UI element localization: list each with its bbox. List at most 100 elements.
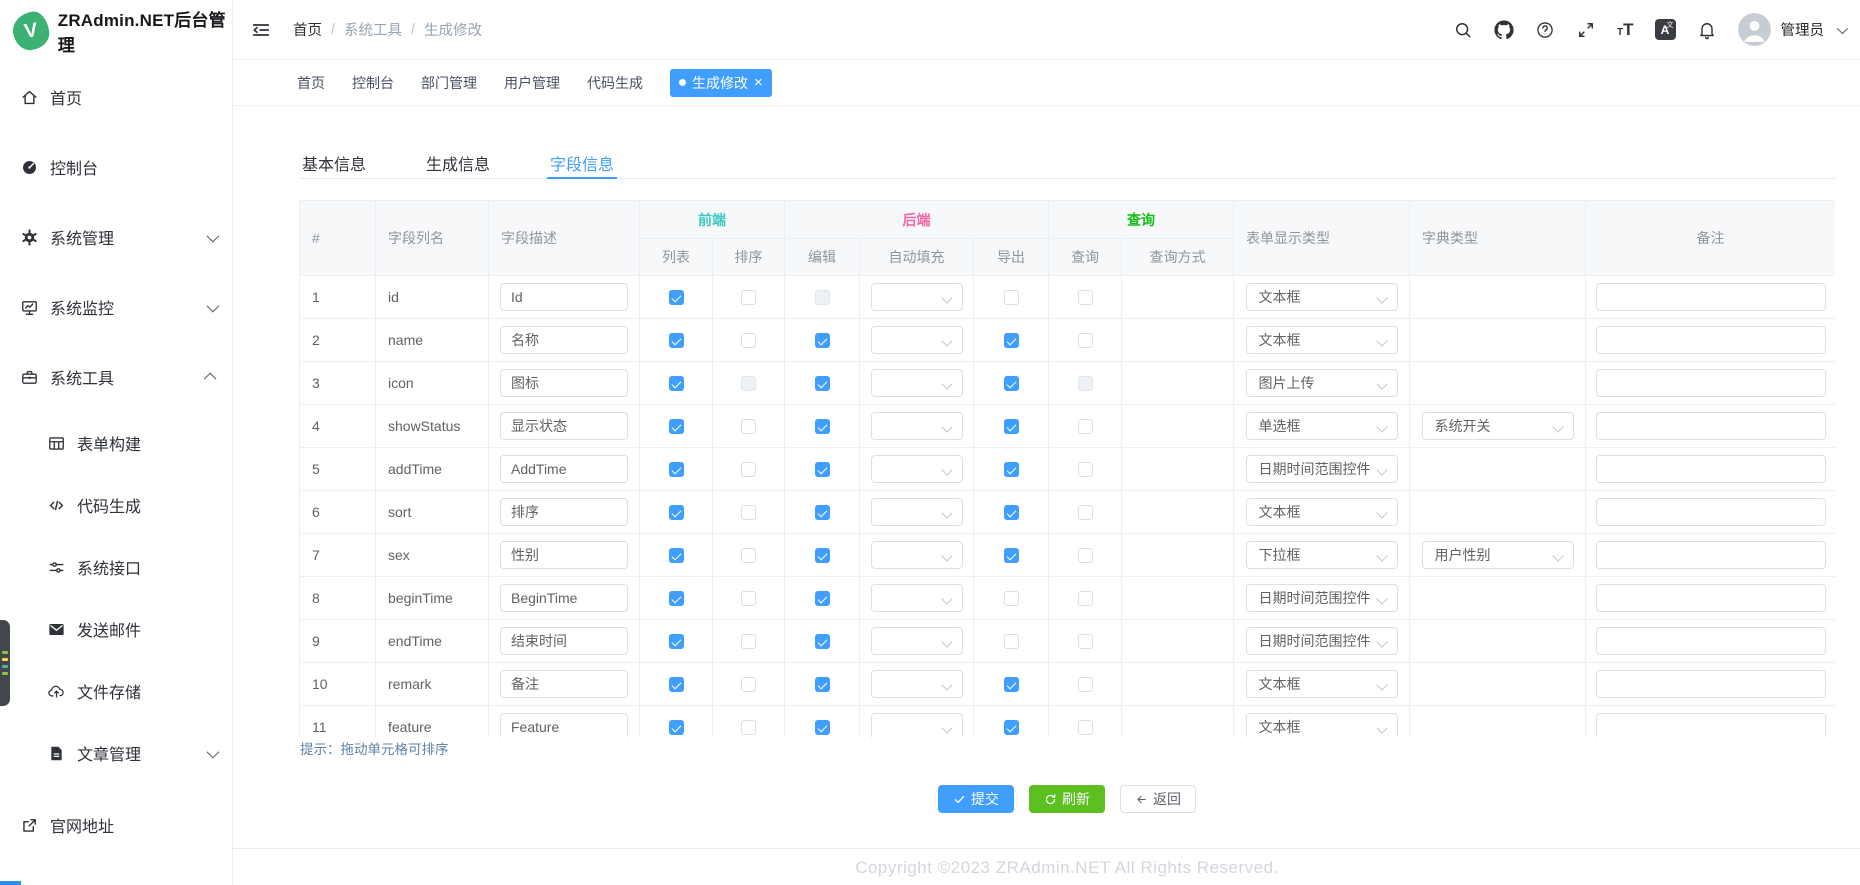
query-checkbox-unchecked[interactable] — [1078, 677, 1093, 692]
remark-input[interactable] — [1596, 326, 1826, 354]
field-desc-input[interactable] — [500, 326, 628, 354]
list-checkbox-checked[interactable] — [669, 548, 684, 563]
export-checkbox-checked[interactable] — [1004, 376, 1019, 391]
list-checkbox-checked[interactable] — [669, 333, 684, 348]
export-checkbox-checked[interactable] — [1004, 462, 1019, 477]
sidebar-item-0[interactable]: 首页 — [0, 62, 232, 132]
left-edge-widget[interactable] — [0, 620, 10, 706]
list-checkbox-checked[interactable] — [669, 720, 684, 735]
remark-input[interactable] — [1596, 455, 1826, 483]
remark-input[interactable] — [1596, 670, 1826, 698]
form-type-select[interactable]: 文本框 — [1246, 283, 1398, 311]
query-checkbox-unchecked[interactable] — [1078, 634, 1093, 649]
sort-checkbox-unchecked[interactable] — [741, 634, 756, 649]
dict-type-select[interactable]: 用户性别 — [1422, 541, 1574, 569]
export-checkbox-unchecked[interactable] — [1004, 591, 1019, 606]
chevron-down-icon[interactable] — [1837, 22, 1848, 33]
field-desc-input[interactable] — [500, 584, 628, 612]
tag-4[interactable]: 代码生成 — [587, 73, 643, 93]
edit-checkbox-checked[interactable] — [815, 419, 830, 434]
sort-checkbox-unchecked[interactable] — [741, 677, 756, 692]
query-checkbox-unchecked[interactable] — [1078, 505, 1093, 520]
sort-checkbox-unchecked[interactable] — [741, 505, 756, 520]
username[interactable]: 管理员 — [1781, 19, 1825, 40]
tag-3[interactable]: 用户管理 — [504, 73, 560, 93]
sidebar-item-9[interactable]: 文件存储 — [0, 660, 232, 722]
edit-checkbox-checked[interactable] — [815, 591, 830, 606]
remark-input[interactable] — [1596, 541, 1826, 569]
sidebar-item-6[interactable]: 代码生成 — [0, 474, 232, 536]
breadcrumb-home[interactable]: 首页 — [293, 19, 322, 40]
font-size-icon[interactable]: TT — [1617, 21, 1634, 38]
fullscreen-icon[interactable] — [1576, 20, 1596, 40]
form-type-select[interactable]: 文本框 — [1246, 498, 1398, 526]
sidebar-item-5[interactable]: 表单构建 — [0, 412, 232, 474]
list-checkbox-checked[interactable] — [669, 290, 684, 305]
sidebar-item-11[interactable]: 官网地址 — [0, 790, 232, 860]
edit-checkbox-checked[interactable] — [815, 720, 830, 735]
edit-checkbox-checked[interactable] — [815, 462, 830, 477]
remark-input[interactable] — [1596, 369, 1826, 397]
autofill-select[interactable] — [871, 541, 963, 569]
search-icon[interactable] — [1453, 20, 1473, 40]
query-checkbox-unchecked[interactable] — [1078, 419, 1093, 434]
autofill-select[interactable] — [871, 369, 963, 397]
close-icon[interactable]: × — [754, 75, 763, 90]
field-desc-input[interactable] — [500, 455, 628, 483]
autofill-select[interactable] — [871, 455, 963, 483]
export-checkbox-checked[interactable] — [1004, 419, 1019, 434]
edit-checkbox-checked[interactable] — [815, 634, 830, 649]
sort-checkbox-unchecked[interactable] — [741, 333, 756, 348]
edit-checkbox-checked[interactable] — [815, 333, 830, 348]
autofill-select[interactable] — [871, 584, 963, 612]
sidebar-item-10[interactable]: 文章管理 — [0, 722, 232, 784]
edit-checkbox-checked[interactable] — [815, 505, 830, 520]
field-desc-input[interactable] — [500, 498, 628, 526]
list-checkbox-checked[interactable] — [669, 505, 684, 520]
form-type-select[interactable]: 图片上传 — [1246, 369, 1398, 397]
sidebar-item-8[interactable]: 发送邮件 — [0, 598, 232, 660]
field-desc-input[interactable] — [500, 412, 628, 440]
form-type-select[interactable]: 日期时间范围控件 — [1246, 455, 1398, 483]
remark-input[interactable] — [1596, 412, 1826, 440]
list-checkbox-checked[interactable] — [669, 591, 684, 606]
field-desc-input[interactable] — [500, 369, 628, 397]
remark-input[interactable] — [1596, 498, 1826, 526]
collapse-sidebar-icon[interactable] — [250, 19, 272, 41]
avatar[interactable] — [1738, 13, 1771, 46]
edit-checkbox-checked[interactable] — [815, 376, 830, 391]
field-desc-input[interactable] — [500, 283, 628, 311]
remark-input[interactable] — [1596, 627, 1826, 655]
query-checkbox-unchecked[interactable] — [1078, 333, 1093, 348]
remark-input[interactable] — [1596, 584, 1826, 612]
query-checkbox-unchecked[interactable] — [1078, 591, 1093, 606]
tab-basic-info[interactable]: 基本信息 — [299, 148, 369, 179]
translate-icon[interactable]: A文 — [1655, 19, 1676, 40]
form-type-select[interactable]: 文本框 — [1246, 326, 1398, 354]
tag-5[interactable]: 生成修改× — [670, 69, 772, 97]
form-type-select[interactable]: 文本框 — [1246, 713, 1398, 737]
sort-checkbox-unchecked[interactable] — [741, 548, 756, 563]
list-checkbox-checked[interactable] — [669, 376, 684, 391]
field-desc-input[interactable] — [500, 713, 628, 737]
export-checkbox-checked[interactable] — [1004, 548, 1019, 563]
sort-checkbox-unchecked[interactable] — [741, 462, 756, 477]
query-checkbox-unchecked[interactable] — [1078, 548, 1093, 563]
refresh-button[interactable]: 刷新 — [1029, 785, 1105, 813]
query-checkbox-unchecked[interactable] — [1078, 462, 1093, 477]
tag-1[interactable]: 控制台 — [352, 73, 394, 93]
edit-checkbox-checked[interactable] — [815, 548, 830, 563]
sidebar-item-3[interactable]: 系统监控 — [0, 272, 232, 342]
list-checkbox-checked[interactable] — [669, 462, 684, 477]
query-checkbox-unchecked[interactable] — [1078, 720, 1093, 735]
export-checkbox-unchecked[interactable] — [1004, 290, 1019, 305]
export-checkbox-checked[interactable] — [1004, 333, 1019, 348]
autofill-select[interactable] — [871, 412, 963, 440]
field-desc-input[interactable] — [500, 627, 628, 655]
bell-icon[interactable] — [1697, 20, 1717, 40]
sort-checkbox-unchecked[interactable] — [741, 290, 756, 305]
autofill-select[interactable] — [871, 713, 963, 737]
sidebar-item-7[interactable]: 系统接口 — [0, 536, 232, 598]
form-type-select[interactable]: 日期时间范围控件 — [1246, 627, 1398, 655]
list-checkbox-checked[interactable] — [669, 419, 684, 434]
